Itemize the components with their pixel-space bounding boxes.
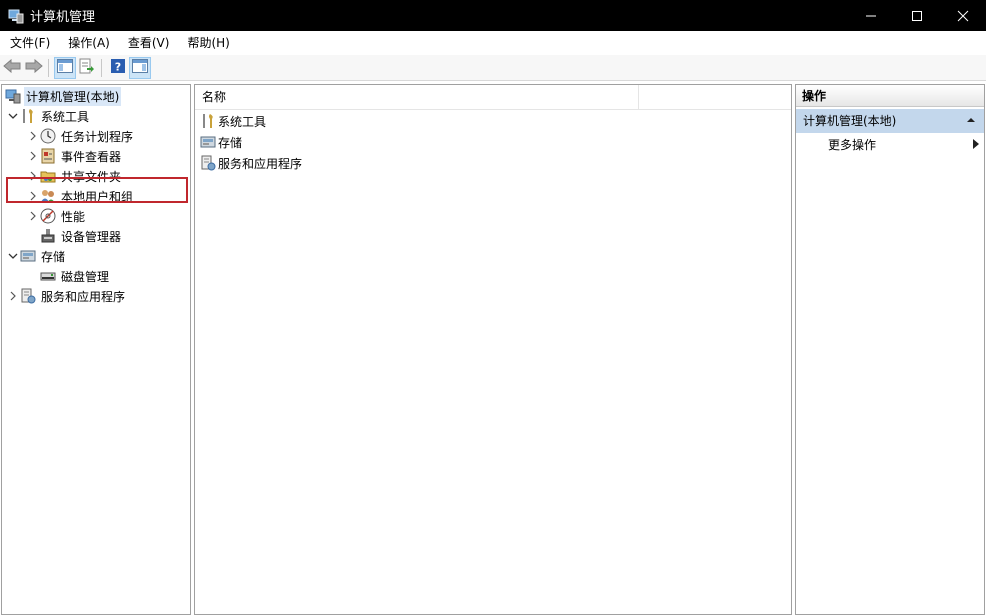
close-button[interactable] xyxy=(940,0,986,31)
tree-item-system-tools[interactable]: 系统工具 xyxy=(6,106,91,126)
clock-icon xyxy=(40,128,56,144)
storage-icon xyxy=(20,248,36,264)
more-actions-item[interactable]: 更多操作 xyxy=(828,134,980,156)
chevron-right-icon[interactable] xyxy=(6,286,20,306)
title-bar: 计算机管理 xyxy=(0,0,986,31)
menu-action[interactable]: 操作(A) xyxy=(60,31,118,55)
tree-item-performance[interactable]: 性能 xyxy=(26,206,87,226)
menu-help[interactable]: 帮助(H) xyxy=(179,31,237,55)
tree-label-task-scheduler: 任务计划程序 xyxy=(61,129,134,144)
column-header-name[interactable]: 名称 xyxy=(195,85,639,109)
menu-bar: 文件(F) 操作(A) 查看(V) 帮助(H) xyxy=(0,31,986,56)
back-button[interactable] xyxy=(2,58,22,78)
show-hide-action-pane-icon xyxy=(132,59,148,76)
chevron-down-icon[interactable] xyxy=(6,246,20,266)
list-item-label: 存储 xyxy=(218,135,243,150)
console-tree-pane[interactable]: 计算机管理(本地) 系统工具 任务计划程序 事件查看器 共享文件夹 本地用户和组… xyxy=(1,84,191,615)
tree-item-task-scheduler[interactable]: 任务计划程序 xyxy=(26,126,135,146)
tree-label-event-viewer: 事件查看器 xyxy=(61,149,122,164)
toolbar-separator xyxy=(48,58,49,77)
help-button[interactable]: ? xyxy=(108,58,128,78)
toolbar-separator xyxy=(101,58,102,77)
tools-icon xyxy=(20,108,36,124)
menu-file[interactable]: 文件(F) xyxy=(2,31,58,55)
list-header: 名称 xyxy=(195,85,791,110)
tree-label-system-tools: 系统工具 xyxy=(41,109,90,124)
tree-label-storage: 存储 xyxy=(41,249,66,264)
chevron-right-icon[interactable] xyxy=(26,126,40,146)
tree-item-root[interactable]: 计算机管理(本地) xyxy=(5,86,122,106)
highlight-box xyxy=(6,177,188,203)
more-actions-label: 更多操作 xyxy=(828,138,877,152)
list-item[interactable]: 服务和应用程序 xyxy=(200,153,302,173)
menu-view[interactable]: 查看(V) xyxy=(120,31,178,55)
action-pane-header: 操作 xyxy=(796,85,984,107)
tree-label-device-manager: 设备管理器 xyxy=(61,229,122,244)
chevron-right-icon[interactable] xyxy=(26,146,40,166)
tree-label-services-apps: 服务和应用程序 xyxy=(41,289,126,304)
export-list-button[interactable] xyxy=(77,58,97,78)
minimize-button[interactable] xyxy=(848,0,894,31)
list-item-label: 系统工具 xyxy=(218,114,267,129)
tree-item-event-viewer[interactable]: 事件查看器 xyxy=(26,146,123,166)
chevron-right-icon[interactable] xyxy=(26,206,40,226)
disk-icon xyxy=(40,268,56,284)
tree-item-services-apps[interactable]: 服务和应用程序 xyxy=(6,286,127,306)
tree-item-storage[interactable]: 存储 xyxy=(6,246,67,266)
device-manager-icon xyxy=(40,228,56,244)
export-list-icon xyxy=(79,58,95,77)
help-icon: ? xyxy=(110,58,126,77)
submenu-arrow-icon xyxy=(972,134,980,156)
action-group-computer-management[interactable]: 计算机管理(本地) xyxy=(796,109,984,133)
tree-label-disk-management: 磁盘管理 xyxy=(61,269,110,284)
tools-icon xyxy=(200,113,216,129)
show-hide-console-tree-button[interactable] xyxy=(54,56,76,79)
computer-management-icon xyxy=(8,8,24,24)
list-item-label: 服务和应用程序 xyxy=(218,156,303,171)
svg-text:?: ? xyxy=(115,61,121,74)
tree-label-performance: 性能 xyxy=(61,209,86,224)
storage-icon xyxy=(200,134,216,150)
collapse-up-icon[interactable] xyxy=(966,109,976,133)
tree-label-root: 计算机管理(本地) xyxy=(24,86,122,106)
back-arrow-icon xyxy=(3,58,21,76)
services-icon xyxy=(200,155,216,171)
computer-management-icon xyxy=(5,88,21,104)
toolbar: ? xyxy=(0,55,986,81)
tree-item-disk-management[interactable]: 磁盘管理 xyxy=(26,266,111,286)
show-hide-console-tree-icon xyxy=(57,59,73,76)
list-item[interactable]: 系统工具 xyxy=(200,111,266,131)
content-list-pane[interactable]: 名称 系统工具 存储 服务和应用程序 xyxy=(194,84,792,615)
show-hide-action-pane-button[interactable] xyxy=(129,56,151,79)
services-icon xyxy=(20,288,36,304)
performance-icon xyxy=(40,208,56,224)
tree-item-device-manager[interactable]: 设备管理器 xyxy=(26,226,123,246)
action-pane: 操作 计算机管理(本地) 更多操作 xyxy=(795,84,985,615)
forward-button[interactable] xyxy=(24,58,44,78)
maximize-button[interactable] xyxy=(894,0,940,31)
chevron-down-icon[interactable] xyxy=(6,106,20,126)
event-log-icon xyxy=(40,148,56,164)
action-group-label: 计算机管理(本地) xyxy=(803,114,897,128)
window-title: 计算机管理 xyxy=(30,10,96,25)
forward-arrow-icon xyxy=(25,58,43,76)
list-item[interactable]: 存储 xyxy=(200,132,242,152)
